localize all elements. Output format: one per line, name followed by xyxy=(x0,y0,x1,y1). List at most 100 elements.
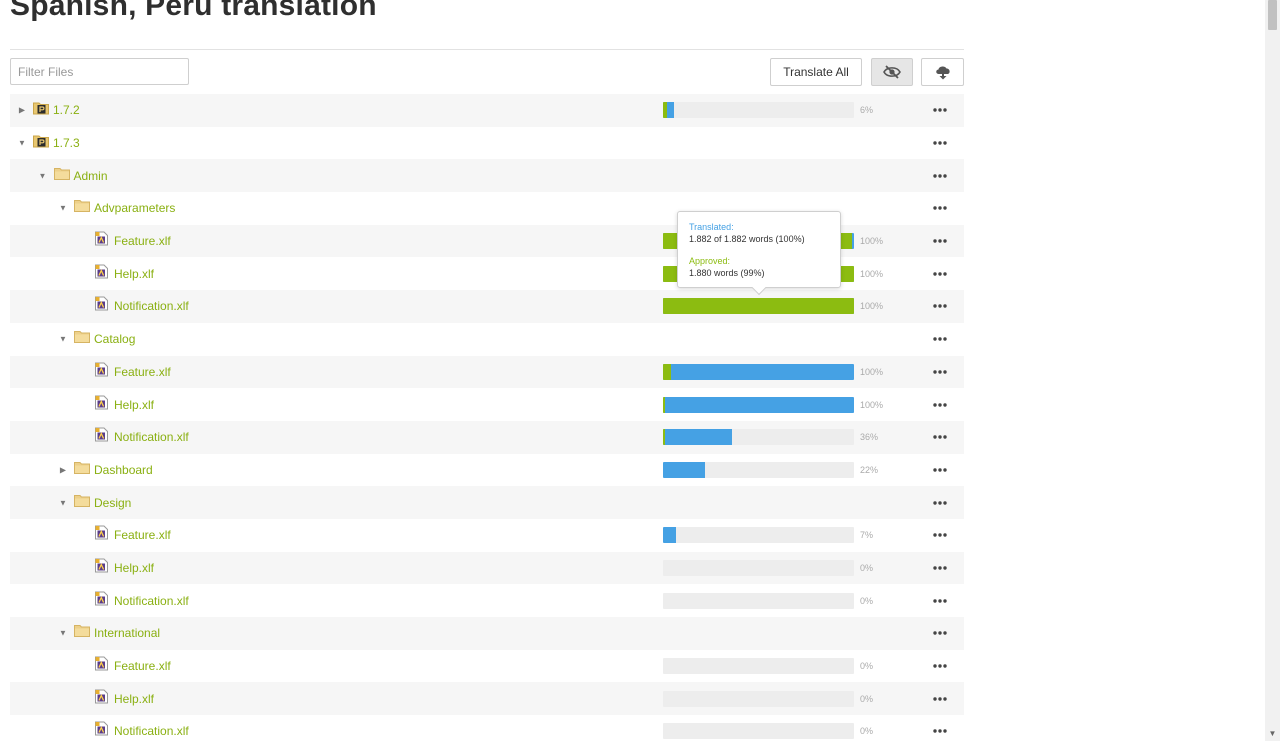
file-row[interactable]: Notification.xlf 0% xyxy=(10,715,964,748)
more-options-button[interactable] xyxy=(928,232,952,250)
progress-percent: 0% xyxy=(860,693,874,704)
folder-name-link[interactable]: Catalog xyxy=(94,332,135,346)
file-row[interactable]: Notification.xlf 100% xyxy=(10,290,964,323)
file-name-link[interactable]: Help.xlf xyxy=(114,692,154,706)
progress-bar[interactable] xyxy=(663,102,854,119)
collapse-toggle-icon[interactable]: ▼ xyxy=(58,498,68,507)
more-options-button[interactable] xyxy=(928,657,952,675)
file-name-link[interactable]: Notification.xlf xyxy=(114,724,189,738)
progress-bar[interactable] xyxy=(663,363,854,380)
progress-percent: 22% xyxy=(860,464,879,475)
file-name-link[interactable]: Feature.xlf xyxy=(114,234,171,248)
progress-bar[interactable] xyxy=(663,592,854,609)
file-row[interactable]: Help.xlf 0% xyxy=(10,682,964,716)
file-name-link[interactable]: Help.xlf xyxy=(114,398,154,412)
xliff-file-icon xyxy=(95,395,108,414)
hide-translated-button[interactable] xyxy=(871,58,913,86)
progress-bar[interactable] xyxy=(663,723,854,740)
progress-bar[interactable] xyxy=(663,658,854,675)
more-options-button[interactable] xyxy=(928,199,952,217)
file-row[interactable]: Notification.xlf 36% xyxy=(10,420,964,454)
ellipsis-icon xyxy=(933,435,947,439)
xliff-file-icon xyxy=(95,231,108,251)
file-row[interactable]: Feature.xlf 7% xyxy=(10,519,964,552)
file-name-link[interactable]: Notification.xlf xyxy=(114,299,189,313)
more-options-button[interactable] xyxy=(928,134,952,152)
collapse-toggle-icon[interactable]: ▼ xyxy=(17,139,27,148)
more-options-button[interactable] xyxy=(928,690,952,708)
file-name-link[interactable]: Feature.xlf xyxy=(114,528,171,542)
progress-percent: 0% xyxy=(860,726,874,737)
collapse-toggle-icon[interactable]: ▼ xyxy=(58,335,68,344)
more-options-button[interactable] xyxy=(928,428,952,446)
file-row[interactable]: Feature.xlf 100% xyxy=(10,355,964,389)
file-name-link[interactable]: Notification.xlf xyxy=(114,430,189,444)
collapse-toggle-icon[interactable]: ▼ xyxy=(38,171,48,180)
file-row[interactable]: Help.xlf 100% xyxy=(10,388,964,421)
more-options-button[interactable] xyxy=(928,592,952,610)
folder-icon xyxy=(74,461,90,479)
ellipsis-icon xyxy=(933,272,947,276)
progress-bar[interactable] xyxy=(663,396,854,413)
xliff-file-icon xyxy=(95,558,108,577)
file-name-link[interactable]: Help.xlf xyxy=(114,561,154,575)
version-row[interactable]: ▶ 1.7.2 6% xyxy=(10,94,964,127)
more-options-button[interactable] xyxy=(928,624,952,642)
folder-row[interactable]: ▼ International xyxy=(10,617,964,650)
file-name-link[interactable]: Notification.xlf xyxy=(114,594,189,608)
translated-progress-fill xyxy=(663,461,705,478)
more-options-button[interactable] xyxy=(928,330,952,348)
version-row[interactable]: ▼ 1.7.3 xyxy=(10,127,964,160)
more-options-button[interactable] xyxy=(928,526,952,544)
collapse-toggle-icon[interactable]: ▼ xyxy=(58,204,68,213)
folder-name-link[interactable]: Dashboard xyxy=(94,463,153,477)
file-name-link[interactable]: Help.xlf xyxy=(114,267,154,281)
folder-row[interactable]: ▶ Dashboard 22% xyxy=(10,454,964,487)
progress-bar[interactable] xyxy=(663,298,854,315)
file-row[interactable]: Help.xlf 0% xyxy=(10,551,964,585)
more-options-button[interactable] xyxy=(928,167,952,185)
ellipsis-icon xyxy=(933,141,947,145)
progress-percent: 100% xyxy=(860,268,884,279)
translate-all-button[interactable]: Translate All xyxy=(770,58,862,86)
file-row[interactable]: Notification.xlf 0% xyxy=(10,584,964,617)
version-name-link[interactable]: 1.7.2 xyxy=(53,103,80,117)
collapse-toggle-icon[interactable]: ▼ xyxy=(58,629,68,638)
file-row[interactable]: Feature.xlf 0% xyxy=(10,650,964,683)
more-options-button[interactable] xyxy=(928,396,952,414)
page-scrollbar[interactable]: ▼ xyxy=(1265,0,1280,741)
approved-progress-fill xyxy=(663,298,854,315)
more-options-button[interactable] xyxy=(928,265,952,283)
folder-name-link[interactable]: Admin xyxy=(74,169,108,183)
progress-bar[interactable] xyxy=(663,559,854,576)
progress-bar[interactable] xyxy=(663,690,854,707)
progress-percent: 6% xyxy=(860,105,874,116)
folder-row[interactable]: ▼ Admin xyxy=(10,159,964,193)
scrollbar-thumb[interactable] xyxy=(1268,0,1277,30)
folder-row[interactable]: ▼ Design xyxy=(10,486,964,519)
progress-bar[interactable] xyxy=(663,527,854,544)
more-options-button[interactable] xyxy=(928,461,952,479)
expand-toggle-icon[interactable]: ▶ xyxy=(17,106,27,115)
folder-name-link[interactable]: International xyxy=(94,626,160,640)
file-name-link[interactable]: Feature.xlf xyxy=(114,659,171,673)
progress-percent: 0% xyxy=(860,661,874,672)
folder-row[interactable]: ▼ Catalog xyxy=(10,323,964,356)
folder-name-link[interactable]: Design xyxy=(94,496,131,510)
version-name-link[interactable]: 1.7.3 xyxy=(53,136,80,150)
download-button[interactable] xyxy=(921,58,964,86)
expand-toggle-icon[interactable]: ▶ xyxy=(58,465,68,474)
scroll-down-arrow[interactable]: ▼ xyxy=(1265,726,1280,741)
more-options-button[interactable] xyxy=(928,494,952,512)
more-options-button[interactable] xyxy=(928,297,952,315)
file-name-link[interactable]: Feature.xlf xyxy=(114,365,171,379)
folder-name-link[interactable]: Advparameters xyxy=(94,201,175,215)
more-options-button[interactable] xyxy=(928,722,952,740)
more-options-button[interactable] xyxy=(928,559,952,577)
tooltip-approved-label: Approved: xyxy=(689,256,731,266)
more-options-button[interactable] xyxy=(928,363,952,381)
more-options-button[interactable] xyxy=(928,101,952,119)
filter-files-input[interactable] xyxy=(10,58,189,85)
progress-bar[interactable] xyxy=(663,429,854,446)
progress-bar[interactable] xyxy=(663,461,854,478)
